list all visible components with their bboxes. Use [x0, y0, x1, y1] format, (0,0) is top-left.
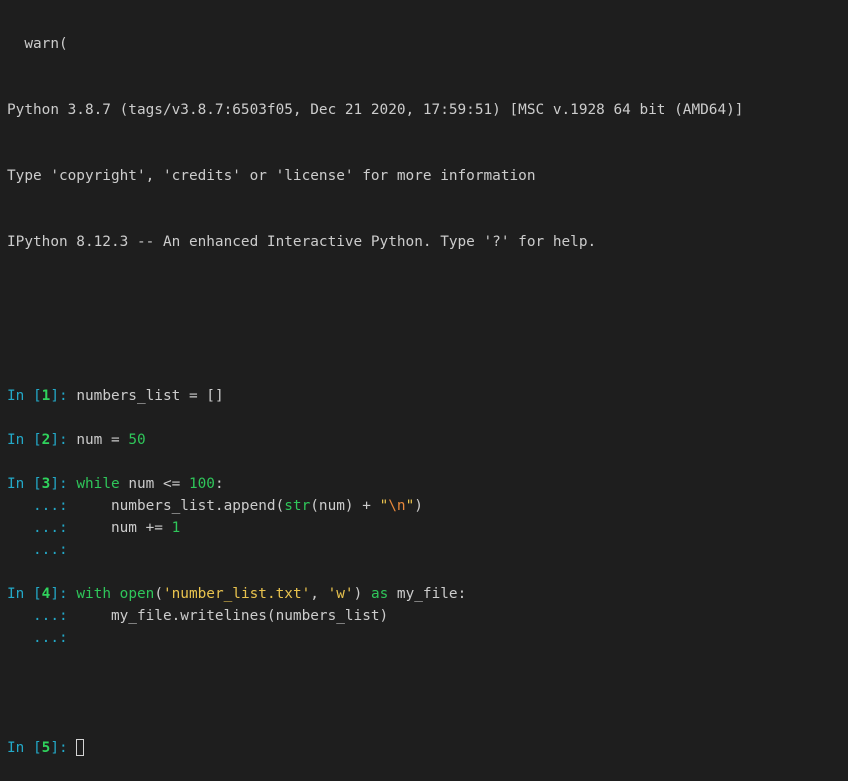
code-token: "	[405, 498, 415, 514]
prompt-close: ]:	[50, 388, 77, 404]
code-token: )	[414, 498, 423, 514]
input-line: In [1]: numbers_list = []	[7, 385, 843, 407]
continuation-line: ...:	[7, 627, 843, 649]
code-token: numbers_list.append(	[76, 498, 285, 514]
code-token: while	[76, 476, 120, 492]
code-token: 'number_list.txt'	[162, 586, 311, 602]
info-line: Type 'copyright', 'credits' or 'license'…	[7, 168, 536, 184]
code-token: (	[154, 586, 163, 602]
code-token: open	[119, 586, 155, 602]
active-input-line[interactable]: In [5]:	[7, 737, 843, 759]
code-token: 'w'	[327, 586, 354, 602]
input-line: In [2]: num = 50	[7, 429, 843, 451]
continuation-prompt: ...:	[7, 630, 77, 646]
continuation-line: ...: num += 1	[7, 517, 843, 539]
prompt-in-label: In [	[7, 586, 42, 602]
ipython-terminal[interactable]: warn( Python 3.8.7 (tags/v3.8.7:6503f05,…	[7, 0, 843, 781]
code-token: 1	[171, 520, 181, 536]
code-token: )	[353, 586, 371, 602]
continuation-line: ...:	[7, 539, 843, 561]
continuation-line: ...: my_file.writelines(numbers_list)	[7, 605, 843, 627]
prompt-number: 3	[41, 476, 51, 492]
prompt-number: 2	[41, 432, 51, 448]
prompt-number: 4	[41, 586, 51, 602]
code-token: my_file:	[388, 586, 467, 602]
code-token: \n	[388, 498, 406, 514]
code-token: ,	[310, 586, 328, 602]
code-token: my_file.writelines(numbers_list)	[76, 608, 389, 624]
code-token: with	[76, 586, 111, 602]
continuation-line: ...: numbers_list.append(str(num) + "\n"…	[7, 495, 843, 517]
python-version-line: Python 3.8.7 (tags/v3.8.7:6503f05, Dec 2…	[7, 102, 744, 118]
prompt-close: ]:	[50, 740, 77, 756]
code-token: (num) +	[310, 498, 380, 514]
prompt-close: ]:	[50, 476, 77, 492]
prompt-close: ]:	[50, 432, 77, 448]
continuation-prompt: ...:	[7, 542, 77, 558]
input-line: In [4]: with open('number_list.txt', 'w'…	[7, 583, 843, 605]
code-token: 100	[188, 476, 215, 492]
text-cursor	[76, 739, 85, 756]
continuation-prompt: ...:	[7, 498, 77, 514]
ipython-banner-line: IPython 8.12.3 -- An enhanced Interactiv…	[7, 234, 597, 250]
code-token: str	[284, 498, 311, 514]
code-token: as	[370, 586, 389, 602]
prompt-in-label: In [	[7, 740, 42, 756]
partial-warning-line: warn(	[7, 36, 68, 52]
prompt-in-label: In [	[7, 388, 42, 404]
code-token: 50	[128, 432, 146, 448]
code-token: num <=	[119, 476, 189, 492]
code-token: num +=	[76, 520, 172, 536]
prompt-number: 5	[41, 740, 51, 756]
prompt-in-label: In [	[7, 432, 42, 448]
code-token: "	[379, 498, 389, 514]
code-token: :	[214, 476, 224, 492]
code-token: numbers_list = []	[76, 388, 224, 404]
code-token: num =	[76, 432, 129, 448]
cell-history: In [1]: numbers_list = [] In [2]: num = 5…	[7, 385, 843, 671]
input-line: In [3]: while num <= 100:	[7, 473, 843, 495]
prompt-close: ]:	[50, 586, 77, 602]
prompt-in-label: In [	[7, 476, 42, 492]
continuation-prompt: ...:	[7, 520, 77, 536]
continuation-prompt: ...:	[7, 608, 77, 624]
